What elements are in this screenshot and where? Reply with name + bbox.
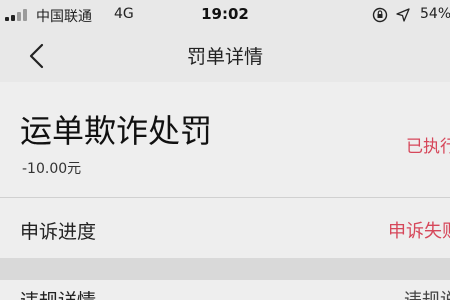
page-title: 罚单详情 [186,46,263,68]
appeal-status: 申诉失败 [388,221,450,242]
status-bar: 中国联通 4G 19:02 54% [0,0,450,30]
battery-level: 54% [420,6,450,22]
violation-details-value: 违规说明 [404,286,450,300]
violation-details-row[interactable]: 违规详情 违规说明 [0,280,450,300]
penalty-status: 已执行 [406,137,450,157]
penalty-title: 运单欺诈处罚 [20,112,213,150]
section-gap [0,258,450,280]
nav-bar: 罚单详情 [0,30,450,82]
violation-details-label: 违规详情 [20,286,96,300]
penalty-amount: -10.00元 [22,161,82,177]
location-icon [396,8,410,22]
rotation-lock-icon [372,7,388,23]
appeal-progress-row[interactable]: 申诉进度 申诉失败 [0,198,450,258]
appeal-progress-label: 申诉进度 [20,221,97,243]
penalty-card: 运单欺诈处罚 -10.00元 已执行 申诉进度 申诉失败 [0,82,450,258]
